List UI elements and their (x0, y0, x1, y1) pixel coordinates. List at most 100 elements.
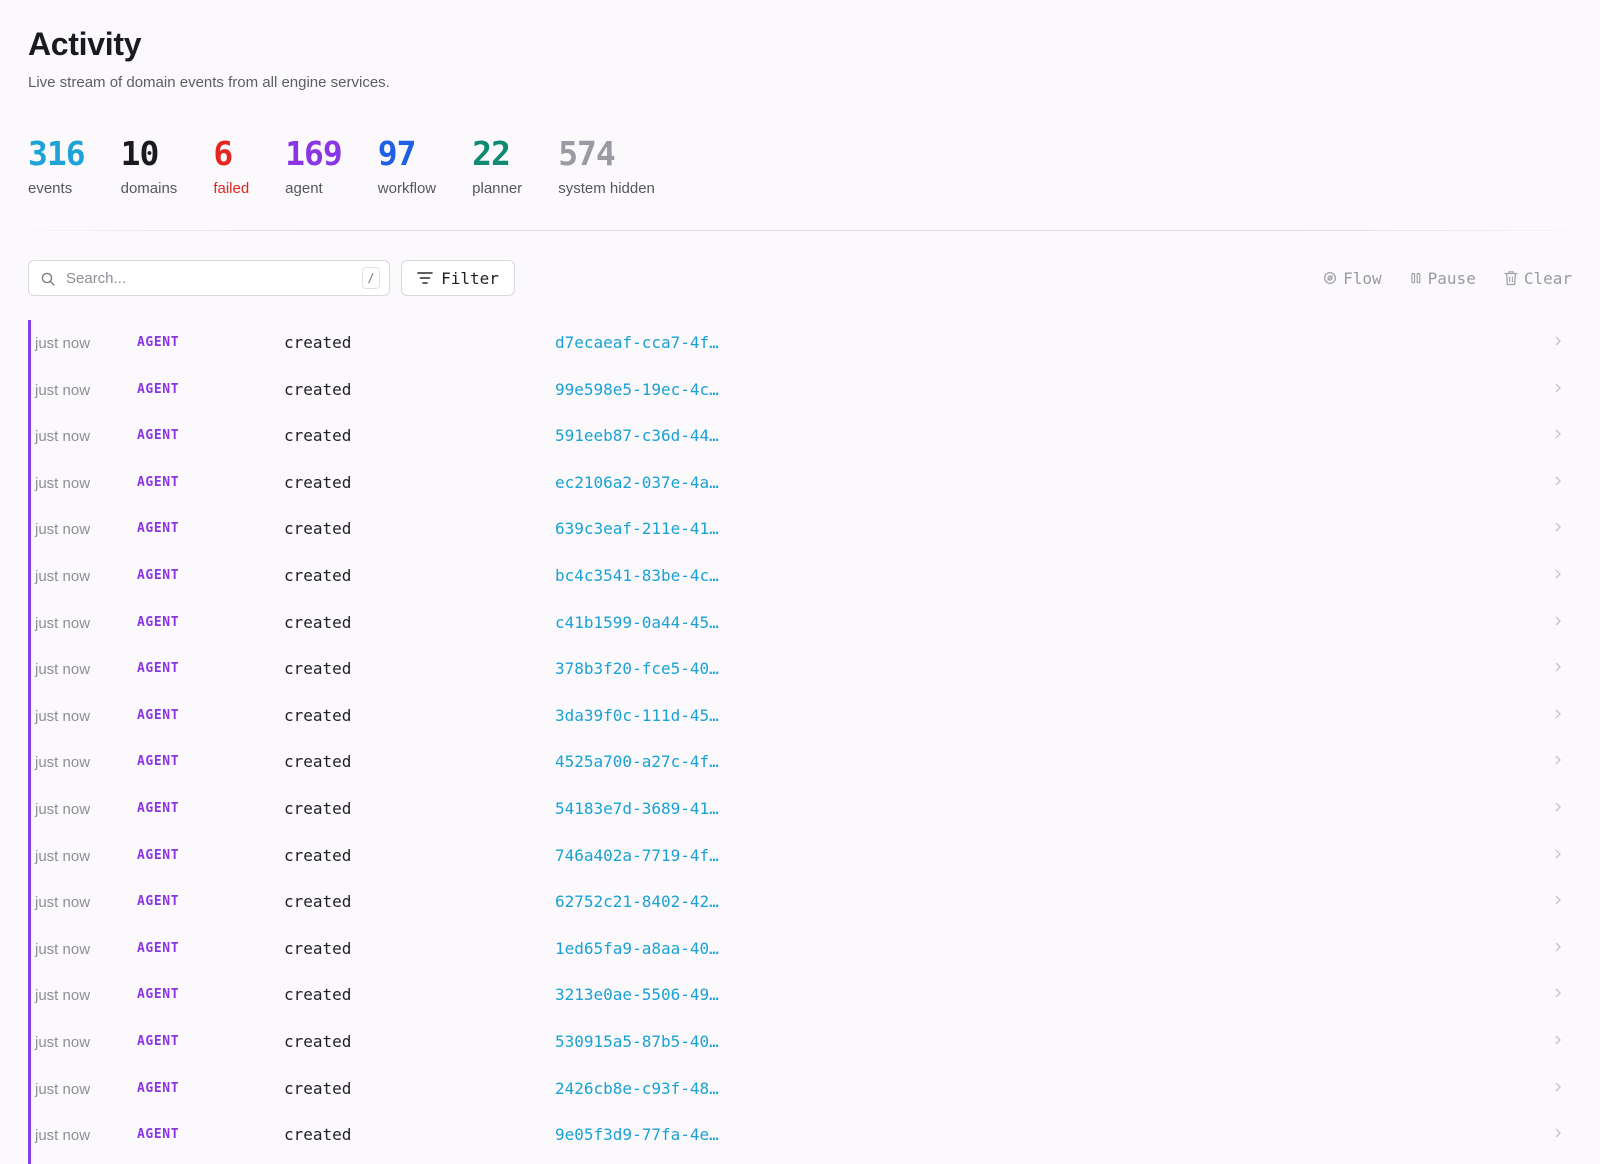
chevron-right-icon[interactable] (1554, 708, 1562, 720)
filter-icon (417, 272, 433, 284)
event-row[interactable]: just now AGENT created 54183e7d-3689-41… (28, 786, 1572, 833)
event-time: just now (35, 614, 91, 632)
event-id-link[interactable]: d7ecaeaf-cca7-4f… (555, 333, 719, 352)
chevron-right-icon[interactable] (1554, 382, 1562, 394)
event-id-link[interactable]: 591eeb87-c36d-44… (555, 426, 719, 445)
event-id-link[interactable]: 3da39f0c-111d-45… (555, 706, 719, 725)
event-row[interactable]: just now AGENT created bc4c3541-83be-4c… (28, 553, 1572, 600)
event-domain-badge: AGENT (137, 521, 180, 537)
event-action: created (284, 379, 352, 399)
chevron-right-icon[interactable] (1554, 615, 1562, 627)
search-input[interactable] (66, 261, 326, 295)
event-domain-badge: AGENT (137, 1033, 180, 1049)
flow-button-label: Flow (1343, 268, 1382, 288)
search-icon (41, 272, 55, 286)
chevron-right-icon[interactable] (1554, 661, 1562, 673)
event-id-link[interactable]: 2426cb8e-c93f-48… (555, 1079, 719, 1098)
event-id-link[interactable]: 746a402a-7719-4f… (555, 846, 719, 865)
event-id-link[interactable]: 54183e7d-3689-41… (555, 799, 719, 818)
event-id-link[interactable]: 62752c21-8402-42… (555, 892, 719, 911)
chevron-right-icon[interactable] (1554, 754, 1562, 766)
event-row[interactable]: just now AGENT created 62752c21-8402-42… (28, 879, 1572, 926)
chevron-right-icon[interactable] (1554, 428, 1562, 440)
chevron-right-icon[interactable] (1554, 475, 1562, 487)
event-row[interactable]: just now AGENT created 3213e0ae-5506-49… (28, 972, 1572, 1019)
event-row[interactable]: just now AGENT created d7ecaeaf-cca7-4f… (28, 320, 1572, 367)
event-action: created (284, 798, 352, 818)
event-id-link[interactable]: 530915a5-87b5-40… (555, 1032, 719, 1051)
event-row[interactable]: just now AGENT created 4525a700-a27c-4f… (28, 739, 1572, 786)
event-action: created (284, 752, 352, 772)
event-row[interactable]: just now AGENT created 639c3eaf-211e-41… (28, 506, 1572, 553)
stream-actions: Flow Pause Clear (1295, 260, 1572, 296)
event-list: just now AGENT created d7ecaeaf-cca7-4f… jus… (28, 320, 1572, 1159)
event-row[interactable]: just now AGENT created 99e598e5-19ec-4c… (28, 367, 1572, 414)
event-row[interactable]: just now AGENT created 591eeb87-c36d-44… (28, 413, 1572, 460)
stat-events: 316 events (28, 134, 86, 197)
event-id-link[interactable]: bc4c3541-83be-4c… (555, 566, 719, 585)
stat-value: 316 (28, 134, 86, 173)
chevron-right-icon[interactable] (1554, 1034, 1562, 1046)
event-id-link[interactable]: 9e05f3d9-77fa-4e… (555, 1125, 719, 1144)
chevron-right-icon[interactable] (1554, 941, 1562, 953)
event-domain-badge: AGENT (137, 1127, 180, 1143)
event-id-link[interactable]: 378b3f20-fce5-40… (555, 659, 719, 678)
event-id-link[interactable]: 99e598e5-19ec-4c… (555, 380, 719, 399)
chevron-right-icon[interactable] (1554, 521, 1562, 533)
event-domain-badge: AGENT (137, 707, 180, 723)
event-row[interactable]: just now AGENT created ec2106a2-037e-4a… (28, 460, 1572, 507)
stat-domains: 10 domains (121, 134, 178, 197)
event-row[interactable]: just now AGENT created 378b3f20-fce5-40… (28, 646, 1572, 693)
event-row[interactable]: just now AGENT created 746a402a-7719-4f… (28, 833, 1572, 880)
stat-label: domains (120, 180, 178, 197)
event-domain-badge: AGENT (137, 894, 180, 910)
event-domain-badge: AGENT (137, 987, 180, 1003)
event-action: created (284, 705, 352, 725)
event-id-link[interactable]: 3213e0ae-5506-49… (555, 985, 719, 1004)
event-action: created (284, 938, 352, 958)
event-domain-badge: AGENT (137, 335, 180, 350)
event-row[interactable]: just now AGENT created 530915a5-87b5-40… (28, 1019, 1572, 1066)
event-row[interactable]: just now AGENT created 2426cb8e-c93f-48… (28, 1066, 1572, 1113)
event-action: created (284, 1125, 352, 1145)
event-action: created (284, 426, 352, 446)
event-id-link[interactable]: 639c3eaf-211e-41… (555, 519, 719, 538)
stat-failed: 6 failed (213, 134, 249, 197)
stat-planner: 22 planner (472, 134, 522, 197)
filter-button[interactable]: Filter (401, 260, 515, 296)
event-domain-badge: AGENT (137, 474, 180, 490)
chevron-right-icon[interactable] (1554, 568, 1562, 580)
event-time: just now (35, 987, 91, 1005)
chevron-right-icon[interactable] (1554, 335, 1562, 347)
event-id-link[interactable]: c41b1599-0a44-45… (555, 613, 719, 632)
event-domain-badge: AGENT (137, 428, 180, 444)
event-domain-badge: AGENT (137, 754, 180, 770)
event-time: just now (35, 521, 91, 539)
event-stream: just now AGENT created d7ecaeaf-cca7-4f… jus… (28, 320, 1572, 1164)
chevron-right-icon[interactable] (1554, 801, 1562, 813)
event-row[interactable]: just now AGENT created c41b1599-0a44-45… (28, 600, 1572, 647)
chevron-right-icon[interactable] (1554, 848, 1562, 860)
event-row[interactable]: just now AGENT created 1ed65fa9-a8aa-40… (28, 926, 1572, 973)
stat-agent: 169 agent (285, 134, 343, 197)
toolbar: / Filter Flow Pause (28, 260, 1572, 298)
chevron-right-icon[interactable] (1554, 1127, 1562, 1139)
clear-button[interactable]: Clear (1504, 269, 1572, 288)
event-id-link[interactable]: ec2106a2-037e-4a… (555, 473, 719, 492)
event-id-link[interactable]: 1ed65fa9-a8aa-40… (555, 939, 719, 958)
event-action: created (284, 985, 352, 1005)
stat-label: system hidden (558, 180, 655, 197)
event-id-link[interactable]: 4525a700-a27c-4f… (555, 752, 719, 771)
event-row[interactable]: just now AGENT created 3da39f0c-111d-45… (28, 693, 1572, 740)
event-domain-badge: AGENT (137, 567, 180, 583)
event-row[interactable]: just now AGENT created 9e05f3d9-77fa-4e… (28, 1112, 1572, 1159)
event-time: just now (35, 1127, 91, 1145)
chevron-right-icon[interactable] (1554, 1081, 1562, 1093)
search-box[interactable]: / (28, 260, 390, 296)
chevron-right-icon[interactable] (1554, 987, 1562, 999)
flow-button[interactable]: Flow (1323, 269, 1382, 288)
pause-button[interactable]: Pause (1410, 269, 1476, 288)
chevron-right-icon[interactable] (1554, 894, 1562, 906)
event-action: created (284, 1031, 352, 1051)
event-time: just now (35, 1033, 91, 1051)
